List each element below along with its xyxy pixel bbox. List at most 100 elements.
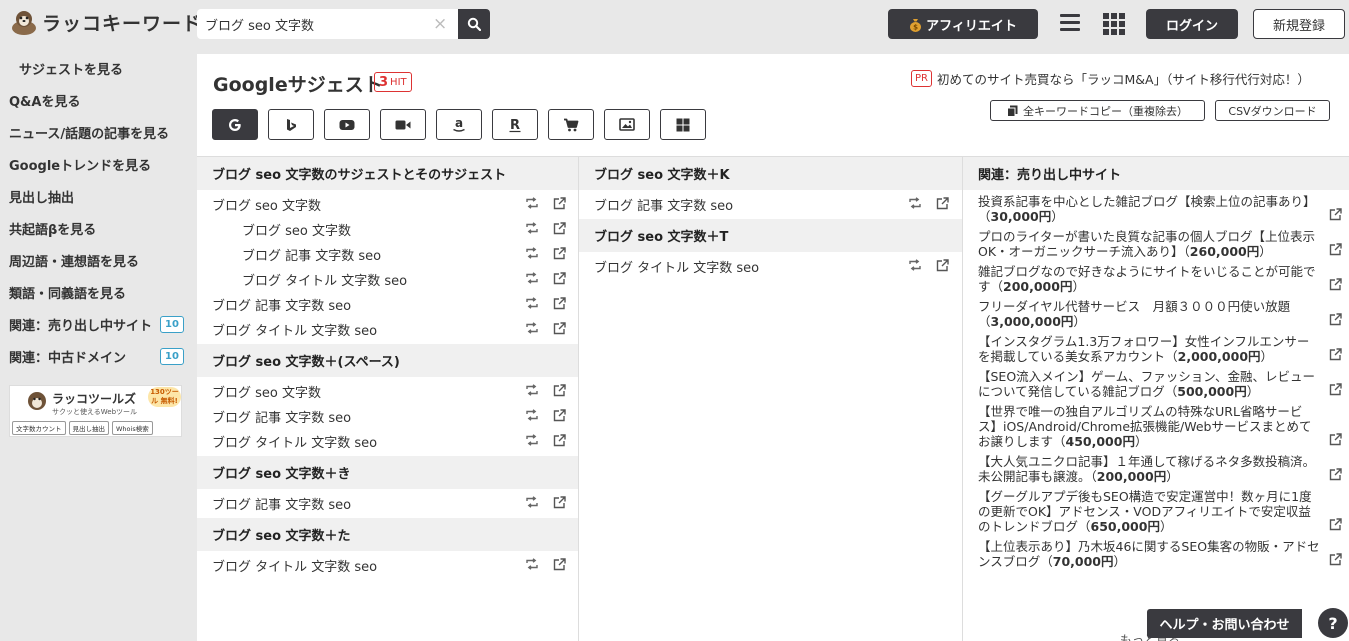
suggest-row[interactable]: ブログ 記事 文字数 seo: [197, 404, 578, 429]
resuggest-icon[interactable]: [525, 322, 539, 335]
external-link-icon[interactable]: [553, 384, 566, 397]
external-link-icon[interactable]: [553, 322, 566, 335]
suggest-row[interactable]: ブログ タイトル 文字数 seo: [197, 553, 578, 578]
external-link-icon[interactable]: [1329, 208, 1342, 224]
sidebar-item-used-domains[interactable]: 関連：中古ドメイン 10: [0, 340, 190, 372]
external-link-icon[interactable]: [1329, 313, 1342, 329]
resuggest-icon[interactable]: [525, 558, 539, 571]
clear-icon[interactable]: ×: [433, 14, 447, 34]
external-link-icon[interactable]: [1329, 553, 1342, 569]
suggest-row[interactable]: ブログ 記事 文字数 seo: [579, 192, 962, 217]
external-link-icon[interactable]: [553, 272, 566, 285]
sidebar-item-news[interactable]: ニュース/話題の記事を見る: [0, 116, 190, 148]
external-link-icon[interactable]: [936, 197, 949, 210]
tab-rakuten[interactable]: R: [492, 109, 538, 140]
tab-bing[interactable]: [268, 109, 314, 140]
site-for-sale-item[interactable]: 【大人気ユニクロ記事】１年通して稼げるネタ多数投稿済。 未公開記事も譲渡。（200…: [963, 454, 1349, 484]
suggest-keyword[interactable]: ブログ 記事 文字数 seo: [197, 295, 351, 314]
sidebar-item-headings[interactable]: 見出し抽出: [0, 180, 190, 212]
site-for-sale-item[interactable]: 【インスタグラム1.3万フォロワー】女性インフルエンサー を掲載している美女系アカ…: [963, 334, 1349, 364]
suggest-keyword[interactable]: ブログ タイトル 文字数 seo: [197, 432, 377, 451]
tab-youtube[interactable]: [324, 109, 370, 140]
rakko-tools-banner[interactable]: ラッコツールズ サクッと使えるWebツール 130ツール 無料! 文字数カウント…: [9, 385, 182, 437]
search-input[interactable]: ブログ seo 文字数 ×: [197, 9, 458, 39]
resuggest-icon[interactable]: [525, 222, 539, 235]
suggest-row[interactable]: ブログ seo 文字数: [197, 192, 578, 217]
resuggest-icon[interactable]: [525, 409, 539, 422]
apps-grid-icon[interactable]: [1103, 13, 1125, 35]
suggest-keyword[interactable]: ブログ タイトル 文字数 seo: [579, 257, 759, 276]
register-button[interactable]: 新規登録: [1253, 9, 1345, 39]
suggest-row[interactable]: ブログ 記事 文字数 seo: [197, 491, 578, 516]
tab-apps[interactable]: [660, 109, 706, 140]
resuggest-icon[interactable]: [908, 197, 922, 210]
external-link-icon[interactable]: [1329, 433, 1342, 449]
csv-download-button[interactable]: CSVダウンロード: [1215, 100, 1330, 121]
suggest-keyword[interactable]: ブログ 記事 文字数 seo: [197, 407, 351, 426]
sidebar-item-synonyms[interactable]: 類語・同義語を見る: [0, 276, 190, 308]
logo[interactable]: ラッコキーワード: [10, 8, 202, 36]
pr-ad-link[interactable]: PR 初めてのサイト売買なら「ラッコM&A」（サイト移行代行対応！）: [911, 69, 1310, 88]
external-link-icon[interactable]: [1329, 468, 1342, 484]
sidebar-item-sites-for-sale[interactable]: 関連：売り出し中サイト 10: [0, 308, 190, 340]
suggest-keyword[interactable]: ブログ 記事 文字数 seo: [197, 245, 381, 264]
suggest-row[interactable]: ブログ seo 文字数: [197, 217, 578, 242]
site-for-sale-item[interactable]: プロのライターが書いた良質な記事の個人ブログ【上位表示 OK・オーガニックサーチ流…: [963, 229, 1349, 259]
external-link-icon[interactable]: [553, 222, 566, 235]
external-link-icon[interactable]: [553, 496, 566, 509]
suggest-keyword[interactable]: ブログ seo 文字数: [197, 195, 321, 214]
suggest-row[interactable]: ブログ タイトル 文字数 seo: [197, 429, 578, 454]
suggest-row[interactable]: ブログ 記事 文字数 seo: [197, 292, 578, 317]
tab-google[interactable]: [212, 109, 258, 140]
tab-video[interactable]: [380, 109, 426, 140]
affiliate-button[interactable]: $ アフィリエイト: [888, 9, 1038, 39]
suggest-keyword[interactable]: ブログ 記事 文字数 seo: [197, 494, 351, 513]
external-link-icon[interactable]: [1329, 518, 1342, 534]
sidebar-item-suggest[interactable]: サジェストを見る: [0, 52, 190, 84]
site-for-sale-item[interactable]: 【世界で唯一の独自アルゴリズムの特殊なURL省略サービ ス】iOS/Android…: [963, 404, 1349, 449]
suggest-row[interactable]: ブログ タイトル 文字数 seo: [197, 267, 578, 292]
external-link-icon[interactable]: [936, 259, 949, 272]
external-link-icon[interactable]: [1329, 243, 1342, 259]
suggest-keyword[interactable]: ブログ seo 文字数: [197, 220, 351, 239]
suggest-row[interactable]: ブログ seo 文字数: [197, 379, 578, 404]
site-for-sale-item[interactable]: 【SEO流入メイン】ゲーム、ファッション、金融、レビュー について発信している雑記…: [963, 369, 1349, 399]
resuggest-icon[interactable]: [525, 496, 539, 509]
suggest-keyword[interactable]: ブログ seo 文字数: [197, 382, 321, 401]
tab-shopping[interactable]: [548, 109, 594, 140]
suggest-keyword[interactable]: ブログ 記事 文字数 seo: [579, 195, 733, 214]
external-link-icon[interactable]: [553, 297, 566, 310]
copy-all-keywords-button[interactable]: 全キーワードコピー（重複除去）: [990, 100, 1205, 121]
login-button[interactable]: ログイン: [1146, 9, 1238, 39]
site-for-sale-item[interactable]: フリーダイヤル代替サービス 月額３０００円使い放題（3,000,000円）: [963, 299, 1349, 329]
external-link-icon[interactable]: [553, 197, 566, 210]
suggest-row[interactable]: ブログ タイトル 文字数 seo: [197, 317, 578, 342]
help-question-icon[interactable]: ?: [1318, 608, 1348, 638]
resuggest-icon[interactable]: [525, 247, 539, 260]
suggest-keyword[interactable]: ブログ タイトル 文字数 seo: [197, 320, 377, 339]
external-link-icon[interactable]: [553, 558, 566, 571]
resuggest-icon[interactable]: [908, 259, 922, 272]
external-link-icon[interactable]: [553, 434, 566, 447]
sidebar-item-cooccurrence[interactable]: 共起語βを見る: [0, 212, 190, 244]
external-link-icon[interactable]: [1329, 278, 1342, 294]
help-contact-button[interactable]: ヘルプ・お問い合わせ: [1147, 609, 1302, 638]
external-link-icon[interactable]: [553, 247, 566, 260]
site-for-sale-item[interactable]: 【上位表示あり】乃木坂46に関するSEO集客の物販・アドセ ンスブログ（70,00…: [963, 539, 1349, 569]
resuggest-icon[interactable]: [525, 434, 539, 447]
search-button[interactable]: [458, 9, 490, 39]
tab-image[interactable]: [604, 109, 650, 140]
site-for-sale-item[interactable]: 雑記ブログなので好きなようにサイトをいじることが可能で す（200,000円）: [963, 264, 1349, 294]
resuggest-icon[interactable]: [525, 197, 539, 210]
suggest-row[interactable]: ブログ タイトル 文字数 seo: [579, 254, 962, 279]
external-link-icon[interactable]: [1329, 383, 1342, 399]
sidebar-item-related-words[interactable]: 周辺語・連想語を見る: [0, 244, 190, 276]
site-for-sale-item[interactable]: 【グーグルアプデ後もSEO構造で安定運営中！数ヶ月に1度 の更新でOK】アドセンス…: [963, 489, 1349, 534]
menu-icon[interactable]: [1060, 14, 1080, 32]
external-link-icon[interactable]: [553, 409, 566, 422]
resuggest-icon[interactable]: [525, 272, 539, 285]
resuggest-icon[interactable]: [525, 384, 539, 397]
suggest-row[interactable]: ブログ 記事 文字数 seo: [197, 242, 578, 267]
site-for-sale-item[interactable]: 投資系記事を中心とした雑記ブログ【検索上位の記事あり】 （30,000円）: [963, 194, 1349, 224]
sidebar-item-trends[interactable]: Googleトレンドを見る: [0, 148, 190, 180]
